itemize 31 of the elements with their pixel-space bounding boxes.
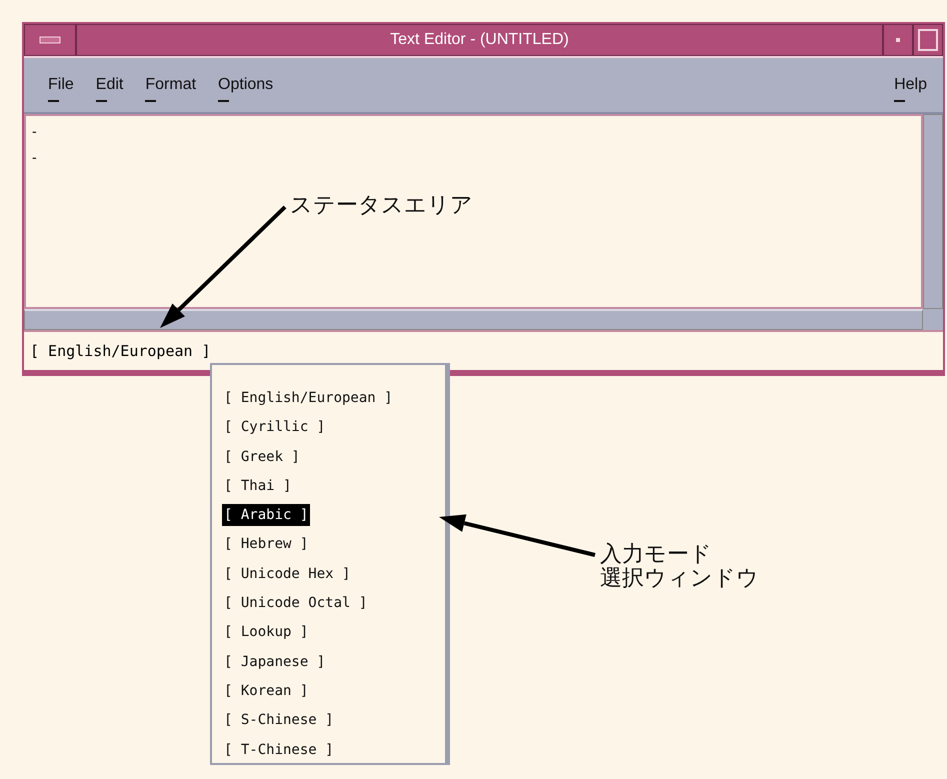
menu-item[interactable]: Format bbox=[145, 76, 196, 102]
text-line: - bbox=[32, 148, 37, 167]
input-mode-item[interactable]: [ Greek ] bbox=[222, 446, 302, 468]
input-mode-item[interactable]: [ S-Chinese ] bbox=[222, 709, 336, 732]
window-menu-button[interactable] bbox=[24, 24, 76, 56]
input-mode-item[interactable]: [ T-Chinese ] bbox=[222, 738, 336, 761]
menu-item[interactable]: File bbox=[48, 76, 74, 102]
help-menu[interactable]: Help bbox=[894, 76, 927, 102]
callout-label: 入力モード bbox=[600, 543, 712, 567]
minimize-bar-icon bbox=[39, 36, 61, 44]
input-mode-item[interactable]: [ Cyrillic ] bbox=[222, 416, 328, 438]
callout-label: ステータスエリア bbox=[290, 194, 473, 218]
input-mode-item[interactable]: [ Unicode Octal ] bbox=[222, 592, 370, 614]
menu-item[interactable]: Edit bbox=[96, 76, 124, 102]
vertical-scrollbar[interactable] bbox=[923, 114, 943, 309]
input-mode-item[interactable]: [ Unicode Hex ] bbox=[222, 562, 352, 585]
text-line: - bbox=[32, 122, 37, 141]
input-mode-item[interactable]: [ Lookup ] bbox=[222, 621, 310, 644]
menu-item[interactable]: Options bbox=[218, 76, 274, 102]
input-mode-item[interactable]: [ Japanese ] bbox=[222, 650, 328, 673]
callout-label: 選択ウィンドウ bbox=[600, 567, 759, 591]
status-area-text: [ English/European ] bbox=[30, 342, 211, 360]
horizontal-scrollbar[interactable] bbox=[24, 309, 923, 330]
input-mode-item[interactable]: [ Thai ] bbox=[222, 474, 294, 497]
input-mode-item[interactable]: [ Korean ] bbox=[222, 680, 310, 702]
input-mode-item[interactable]: [ English/European ] bbox=[222, 387, 395, 409]
maximize-button[interactable] bbox=[913, 24, 943, 56]
input-mode-item[interactable]: [ Arabic ] bbox=[222, 504, 310, 526]
window-title: Text Editor - (UNTITLED) bbox=[390, 31, 569, 49]
square-icon bbox=[918, 29, 938, 51]
input-mode-item[interactable]: [ Hebrew ] bbox=[222, 533, 310, 556]
